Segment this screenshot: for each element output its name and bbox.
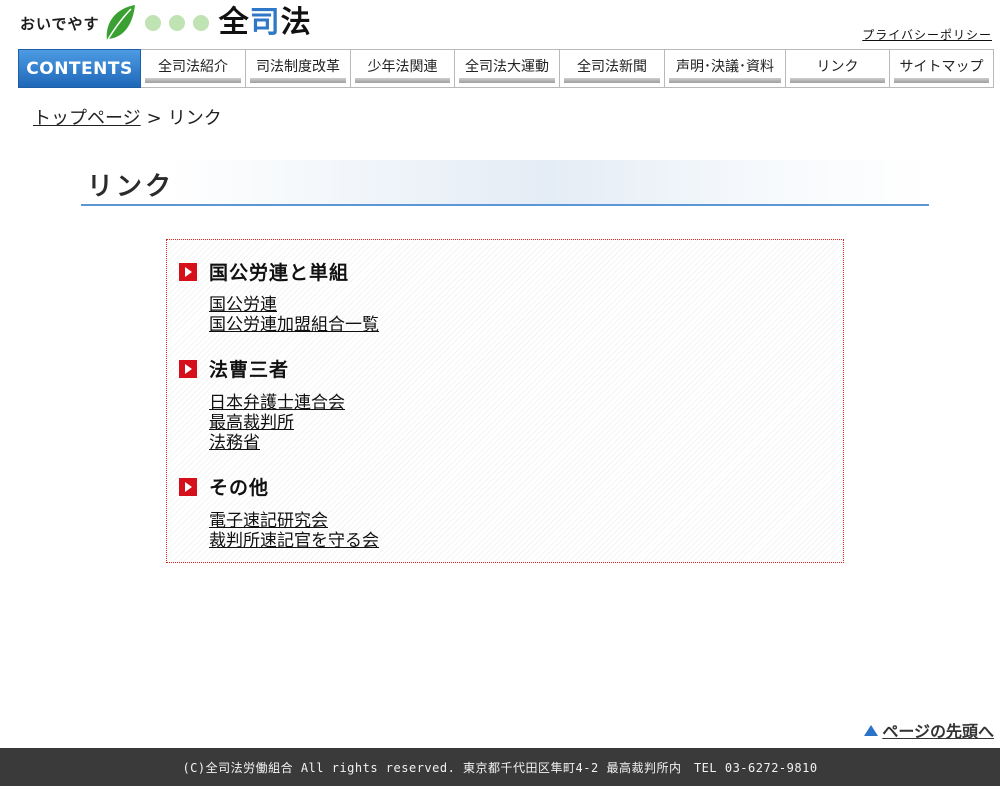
section-heading: その他 xyxy=(179,473,269,500)
breadcrumb-home-link[interactable]: トップページ xyxy=(33,108,141,129)
section-title: 国公労連と単組 xyxy=(209,262,350,284)
nav-item-links[interactable]: リンク xyxy=(786,49,890,88)
link-item[interactable]: 国公労連 xyxy=(209,295,379,315)
dot-icon xyxy=(168,15,185,31)
logo-name-suffix: 法 xyxy=(280,5,312,40)
link-group: 国公労連 国公労連加盟組合一覧 xyxy=(209,295,379,335)
link-item[interactable]: 日本弁護士連合会 xyxy=(209,393,345,413)
link-list-box: 国公労連と単組 国公労連 国公労連加盟組合一覧 法曹三者 日本弁護士連合会 最高… xyxy=(166,239,844,563)
nav-item-newspaper[interactable]: 全司法新聞 xyxy=(560,49,665,88)
global-nav: CONTENTS 全司法紹介 司法制度改革 少年法関連 全司法大運動 全司法新聞… xyxy=(18,49,994,88)
breadcrumb-separator: > xyxy=(146,108,162,129)
section-heading: 法曹三者 xyxy=(179,355,289,382)
nav-underline xyxy=(355,78,450,83)
logo-dots xyxy=(144,15,209,31)
page-top-label: ページの先頭へ xyxy=(882,722,994,741)
page-title-banner: リンク xyxy=(81,160,929,206)
nav-item-label: サイトマップ xyxy=(899,58,984,75)
nav-underline xyxy=(564,78,660,83)
nav-item-campaign[interactable]: 全司法大運動 xyxy=(455,49,560,88)
nav-item-juvenile[interactable]: 少年法関連 xyxy=(351,49,455,88)
nav-item-label: リンク xyxy=(816,58,859,75)
triangle-up-icon xyxy=(864,724,879,736)
nav-item-label: 司法制度改革 xyxy=(256,58,340,75)
nav-item-label: 全司法新聞 xyxy=(577,58,647,75)
logo-name-blue: 司 xyxy=(249,5,281,40)
link-group: 日本弁護士連合会 最高裁判所 法務省 xyxy=(209,393,345,453)
site-logo[interactable]: おいでやす 全司法 xyxy=(20,2,312,44)
link-item[interactable]: 法務省 xyxy=(209,433,345,453)
site-footer: (C)全司法労働組合 All rights reserved. 東京都千代田区隼… xyxy=(0,748,1000,786)
nav-item-intro[interactable]: 全司法紹介 xyxy=(141,49,246,88)
nav-underline xyxy=(894,78,989,83)
site-header: おいでやす 全司法 プライバシーポリシー xyxy=(0,0,1000,48)
link-group: 電子速記研究会 裁判所速記官を守る会 xyxy=(209,511,379,551)
logo-tagline: おいでやす xyxy=(20,14,100,33)
page-top-link[interactable]: ページの先頭へ xyxy=(864,718,994,742)
footer-copyright: (C)全司法労働組合 All rights reserved. 東京都千代田区隼… xyxy=(182,760,818,775)
nav-item-sitemap[interactable]: サイトマップ xyxy=(890,49,994,88)
link-item[interactable]: 裁判所速記官を守る会 xyxy=(209,531,379,551)
nav-contents-label: CONTENTS xyxy=(18,49,141,88)
logo-name: 全司法 xyxy=(219,8,312,38)
nav-underline xyxy=(790,78,885,83)
logo-name-prefix: 全 xyxy=(218,5,250,40)
dot-icon xyxy=(144,15,161,31)
nav-underline xyxy=(250,78,346,83)
nav-underline xyxy=(669,78,781,83)
nav-item-statements[interactable]: 声明･決議･資料 xyxy=(665,49,786,88)
nav-underline xyxy=(145,78,241,83)
breadcrumb: トップページ > リンク xyxy=(33,104,222,130)
leaf-icon xyxy=(105,5,135,42)
link-item[interactable]: 電子速記研究会 xyxy=(209,511,379,531)
red-arrow-icon xyxy=(179,477,197,496)
red-arrow-icon xyxy=(179,262,197,281)
nav-item-reform[interactable]: 司法制度改革 xyxy=(246,49,351,88)
breadcrumb-current: リンク xyxy=(167,108,222,129)
link-item[interactable]: 最高裁判所 xyxy=(209,413,345,433)
red-arrow-icon xyxy=(179,359,197,378)
nav-item-label: 全司法紹介 xyxy=(158,58,228,75)
nav-item-label: 全司法大運動 xyxy=(465,58,549,75)
link-item[interactable]: 国公労連加盟組合一覧 xyxy=(209,315,379,335)
section-heading: 国公労連と単組 xyxy=(179,258,349,285)
section-title: その他 xyxy=(209,477,270,499)
nav-item-label: 少年法関連 xyxy=(367,58,438,75)
dot-icon xyxy=(192,15,209,31)
nav-item-label: 声明･決議･資料 xyxy=(676,58,774,75)
privacy-policy-link[interactable]: プライバシーポリシー xyxy=(862,26,992,43)
section-title: 法曹三者 xyxy=(209,359,290,381)
page-title: リンク xyxy=(87,172,175,202)
nav-underline xyxy=(459,78,555,83)
